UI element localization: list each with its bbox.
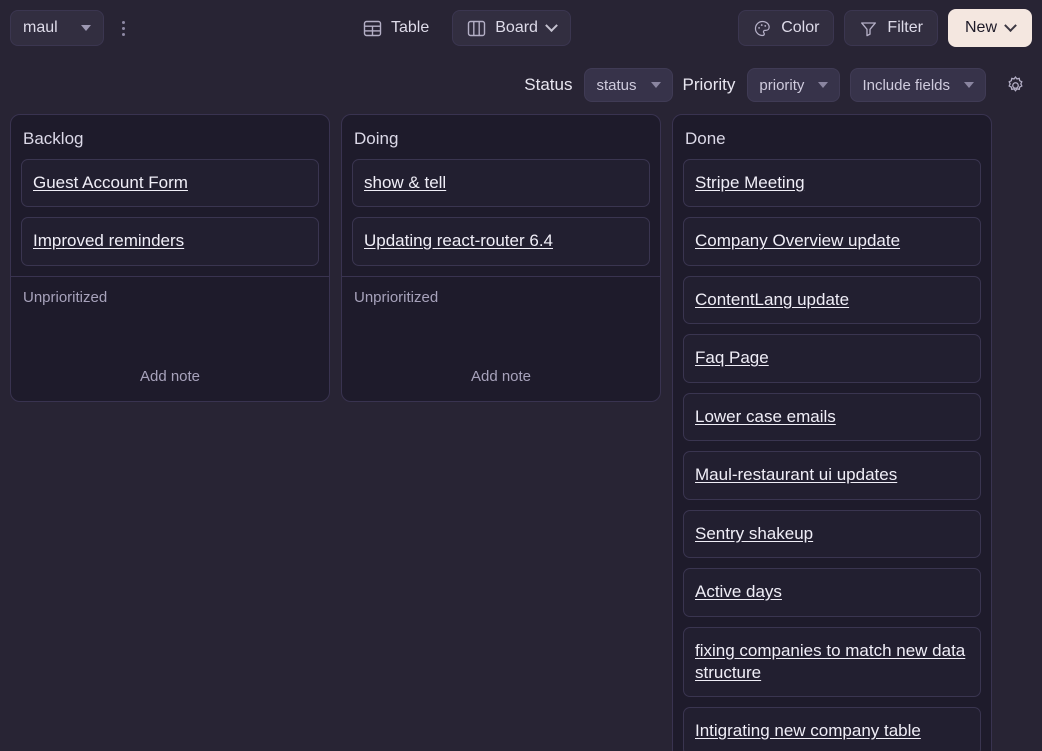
kebab-menu-icon bbox=[122, 21, 125, 24]
board-card[interactable]: Company Overview update bbox=[683, 217, 981, 265]
kebab-menu-icon bbox=[122, 27, 125, 30]
settings-button[interactable] bbox=[1000, 70, 1030, 100]
toolbar-left-group: maul bbox=[10, 10, 138, 46]
board-card[interactable]: Stripe Meeting bbox=[683, 159, 981, 207]
card-title-link[interactable]: Faq Page bbox=[695, 347, 969, 369]
view-tab-table[interactable]: Table bbox=[348, 10, 444, 46]
card-title-link[interactable]: Active days bbox=[695, 581, 969, 603]
filter-button[interactable]: Filter bbox=[844, 10, 938, 46]
card-title-link[interactable]: Guest Account Form bbox=[33, 172, 307, 194]
column-title: Backlog bbox=[11, 115, 329, 159]
board-card[interactable]: Guest Account Form bbox=[21, 159, 319, 207]
project-selector-button[interactable]: maul bbox=[10, 10, 104, 46]
add-note-button[interactable]: Add note bbox=[23, 306, 317, 401]
view-tab-board-label: Board bbox=[495, 19, 538, 37]
board-card[interactable]: ContentLang update bbox=[683, 276, 981, 324]
filter-button-label: Filter bbox=[887, 19, 923, 37]
palette-icon bbox=[753, 19, 772, 38]
card-title-link[interactable]: Improved reminders bbox=[33, 230, 307, 252]
column-cards: Guest Account Form Improved reminders bbox=[11, 159, 329, 276]
board-icon bbox=[467, 19, 486, 38]
card-title-link[interactable]: Sentry shakeup bbox=[695, 523, 969, 545]
color-button-label: Color bbox=[781, 19, 819, 37]
board-column-backlog: Backlog Guest Account Form Improved remi… bbox=[10, 114, 330, 402]
chevron-down-icon bbox=[545, 19, 558, 32]
board-card[interactable]: show & tell bbox=[352, 159, 650, 207]
column-title: Doing bbox=[342, 115, 660, 159]
new-button[interactable]: New bbox=[948, 9, 1032, 47]
toolbar-right-group: Color Filter New bbox=[738, 9, 1032, 47]
table-icon bbox=[363, 19, 382, 38]
card-title-link[interactable]: show & tell bbox=[364, 172, 638, 194]
priority-select[interactable]: priority bbox=[747, 68, 840, 102]
status-label: Status bbox=[524, 75, 572, 95]
board-column-doing: Doing show & tell Updating react-router … bbox=[341, 114, 661, 402]
view-tab-table-label: Table bbox=[391, 19, 429, 37]
board-card[interactable]: Faq Page bbox=[683, 334, 981, 382]
chevron-down-icon bbox=[818, 82, 828, 88]
card-title-link[interactable]: Updating react-router 6.4 bbox=[364, 230, 638, 252]
filter-toolbar: Status status Priority priority Include … bbox=[0, 56, 1042, 114]
chevron-down-icon bbox=[1004, 19, 1017, 32]
kebab-menu-icon bbox=[122, 33, 125, 36]
unprioritized-section: Unprioritized Add note bbox=[342, 277, 660, 401]
project-selector-label: maul bbox=[23, 19, 58, 37]
add-note-button[interactable]: Add note bbox=[354, 306, 648, 401]
board-card[interactable]: Updating react-router 6.4 bbox=[352, 217, 650, 265]
board-card[interactable]: Improved reminders bbox=[21, 217, 319, 265]
view-tab-board[interactable]: Board bbox=[452, 10, 571, 46]
status-select-value: status bbox=[596, 77, 636, 94]
include-fields-select[interactable]: Include fields bbox=[850, 68, 986, 102]
column-title: Done bbox=[673, 115, 991, 159]
status-select[interactable]: status bbox=[584, 68, 672, 102]
funnel-icon bbox=[859, 19, 878, 38]
card-title-link[interactable]: Maul-restaurant ui updates bbox=[695, 464, 969, 486]
main-toolbar: maul Table bbox=[0, 0, 1042, 56]
color-button[interactable]: Color bbox=[738, 10, 834, 46]
card-title-link[interactable]: Lower case emails bbox=[695, 406, 969, 428]
column-cards: Stripe Meeting Company Overview update C… bbox=[673, 159, 991, 751]
new-button-label: New bbox=[965, 19, 997, 37]
kebab-menu-button[interactable] bbox=[108, 10, 138, 46]
board-column-done: Done Stripe Meeting Company Overview upd… bbox=[672, 114, 992, 751]
board-card[interactable]: Sentry shakeup bbox=[683, 510, 981, 558]
unprioritized-label: Unprioritized bbox=[354, 289, 648, 306]
board-card[interactable]: Maul-restaurant ui updates bbox=[683, 451, 981, 499]
chevron-down-icon bbox=[964, 82, 974, 88]
unprioritized-label: Unprioritized bbox=[23, 289, 317, 306]
priority-select-value: priority bbox=[759, 77, 804, 94]
board-card[interactable]: fixing companies to match new data struc… bbox=[683, 627, 981, 698]
card-title-link[interactable]: fixing companies to match new data struc… bbox=[695, 640, 969, 685]
card-title-link[interactable]: ContentLang update bbox=[695, 289, 969, 311]
chevron-down-icon bbox=[81, 25, 91, 31]
board-card[interactable]: Intigrating new company table bbox=[683, 707, 981, 751]
unprioritized-section: Unprioritized Add note bbox=[11, 277, 329, 401]
board-card[interactable]: Lower case emails bbox=[683, 393, 981, 441]
priority-label: Priority bbox=[683, 75, 736, 95]
board-card[interactable]: Active days bbox=[683, 568, 981, 616]
gear-icon bbox=[1005, 75, 1026, 96]
card-title-link[interactable]: Stripe Meeting bbox=[695, 172, 969, 194]
kanban-board: Backlog Guest Account Form Improved remi… bbox=[0, 114, 1042, 751]
view-switcher: Table Board bbox=[348, 10, 571, 46]
card-title-link[interactable]: Company Overview update bbox=[695, 230, 969, 252]
card-title-link[interactable]: Intigrating new company table bbox=[695, 720, 969, 742]
include-fields-select-value: Include fields bbox=[862, 77, 950, 94]
column-cards: show & tell Updating react-router 6.4 bbox=[342, 159, 660, 276]
chevron-down-icon bbox=[651, 82, 661, 88]
